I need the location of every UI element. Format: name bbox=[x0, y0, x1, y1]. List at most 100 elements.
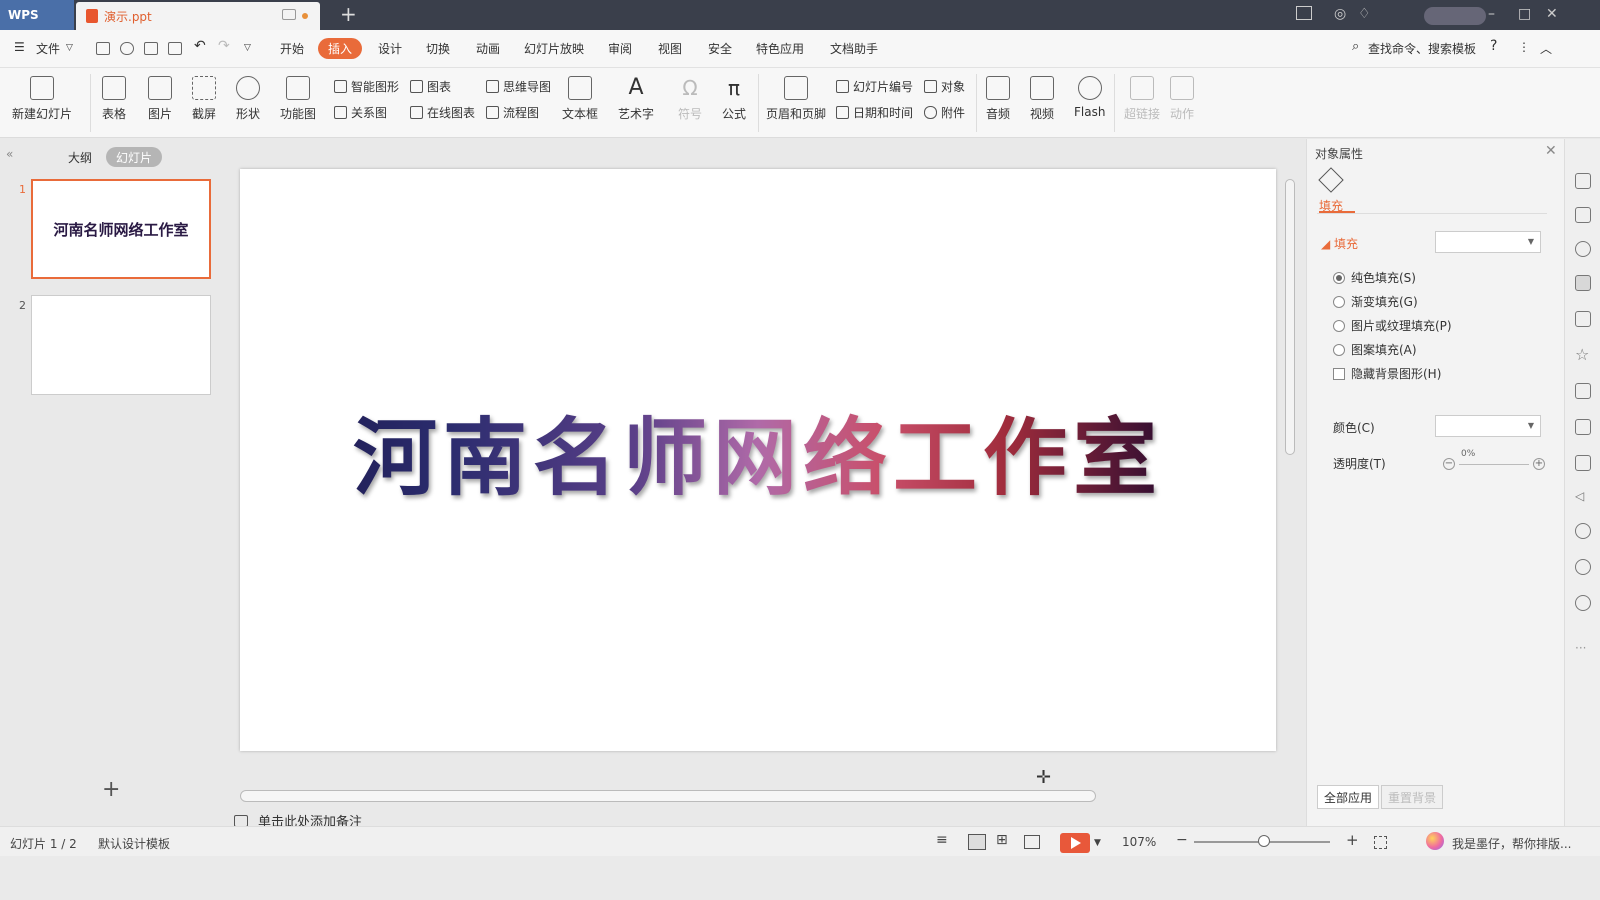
datetime-button[interactable]: 日期和时间 bbox=[836, 104, 913, 121]
history-icon[interactable] bbox=[1575, 559, 1591, 575]
flash-button[interactable]: Flash bbox=[1074, 76, 1105, 119]
user-avatar[interactable] bbox=[1424, 7, 1486, 25]
menu-design[interactable]: 设计 bbox=[378, 40, 402, 57]
document-tab[interactable]: 演示.ppt bbox=[76, 2, 320, 30]
close-icon[interactable]: ✕ bbox=[1546, 6, 1558, 22]
notes-toggle-icon[interactable]: ≡ bbox=[936, 832, 948, 848]
menu-review[interactable]: 审阅 bbox=[608, 40, 632, 57]
menu-transition[interactable]: 切换 bbox=[426, 40, 450, 57]
decrease-icon[interactable]: − bbox=[1443, 458, 1455, 470]
pane-title[interactable]: 对象属性 bbox=[1315, 145, 1363, 162]
menu-file[interactable]: 文件 bbox=[36, 40, 60, 57]
formula-button[interactable]: π 公式 bbox=[722, 76, 746, 122]
relation-chart-button[interactable]: 关系图 bbox=[334, 104, 387, 121]
menu-insert[interactable]: 插入 bbox=[318, 38, 363, 59]
audio-button[interactable]: 音频 bbox=[986, 76, 1010, 122]
maximize-icon[interactable]: □ bbox=[1518, 6, 1531, 22]
print-icon[interactable] bbox=[144, 42, 158, 55]
radio-solid-fill[interactable]: 纯色填充(S) bbox=[1333, 269, 1416, 286]
pin-icon[interactable] bbox=[1575, 173, 1591, 189]
wps-home-tab[interactable]: WPS bbox=[0, 0, 74, 30]
fill-tab[interactable]: 填充 bbox=[1318, 167, 1344, 214]
template-icon[interactable] bbox=[1575, 383, 1591, 399]
collapse-ribbon-icon[interactable]: ︿ bbox=[1540, 40, 1552, 57]
help-circle-icon[interactable] bbox=[1575, 595, 1591, 611]
symbol-button[interactable]: Ω 符号 bbox=[678, 76, 702, 122]
copy-style-icon[interactable] bbox=[1575, 207, 1591, 223]
flowchart-button[interactable]: 流程图 bbox=[486, 104, 539, 121]
menu-features[interactable]: 特色应用 bbox=[756, 40, 804, 57]
screenshot-button[interactable]: 截屏 bbox=[192, 76, 216, 122]
minimize-icon[interactable]: – bbox=[1488, 6, 1495, 22]
reading-view-icon[interactable] bbox=[1024, 835, 1040, 849]
share-icon[interactable] bbox=[1575, 419, 1591, 435]
horizontal-scroll-thumb[interactable] bbox=[240, 790, 1096, 802]
assistant-text[interactable]: 我是墨仔，帮你排版... bbox=[1452, 835, 1571, 852]
shape-button[interactable]: 形状 bbox=[236, 76, 260, 122]
chevron-down-icon[interactable]: ▽ bbox=[66, 43, 73, 53]
textbox-button[interactable]: 文本框 bbox=[562, 76, 598, 122]
hamburger-icon[interactable]: ☰ bbox=[14, 40, 25, 54]
reset-background-button[interactable]: 重置背景 bbox=[1381, 785, 1444, 809]
vertical-scrollbar[interactable] bbox=[1285, 159, 1295, 765]
menu-start[interactable]: 开始 bbox=[280, 40, 304, 57]
header-footer-button[interactable]: 页眉和页脚 bbox=[766, 76, 826, 122]
zoom-in-icon[interactable]: + bbox=[1346, 831, 1359, 849]
slide-number-button[interactable]: 幻灯片编号 bbox=[836, 78, 913, 95]
normal-view-icon[interactable] bbox=[968, 834, 986, 850]
monitor-icon[interactable] bbox=[282, 9, 296, 20]
object-button[interactable]: 对象 bbox=[924, 78, 965, 95]
template-name[interactable]: 默认设计模板 bbox=[98, 835, 170, 852]
close-pane-icon[interactable]: ✕ bbox=[1545, 143, 1557, 159]
smart-shape-button[interactable]: 智能图形 bbox=[334, 78, 399, 95]
new-tab-button[interactable]: + bbox=[340, 3, 357, 25]
slide-title[interactable]: 河南名师网络工作室 bbox=[240, 391, 1276, 512]
help-icon[interactable]: ? bbox=[1490, 38, 1497, 54]
color-dropdown[interactable]: ▼ bbox=[1435, 415, 1541, 437]
transparency-slider[interactable]: − 0% + bbox=[1441, 449, 1545, 475]
more-dots-icon[interactable]: ··· bbox=[1575, 641, 1591, 657]
layout-icon[interactable] bbox=[1296, 6, 1312, 20]
attachment-button[interactable]: 附件 bbox=[924, 104, 965, 121]
shirt-icon[interactable]: ♢ bbox=[1358, 6, 1371, 22]
slide-canvas[interactable]: 河南名师网络工作室 bbox=[240, 169, 1276, 751]
add-slide-button[interactable]: + bbox=[102, 777, 120, 802]
online-chart-button[interactable]: 在线图表 bbox=[410, 104, 475, 121]
more-icon[interactable]: ⋮ bbox=[1518, 40, 1530, 54]
horizontal-scrollbar[interactable] bbox=[240, 790, 1280, 802]
sorter-view-icon[interactable]: ⊞ bbox=[996, 832, 1008, 848]
menu-view[interactable]: 视图 bbox=[658, 40, 682, 57]
zoom-slider-knob[interactable] bbox=[1258, 835, 1270, 847]
tab-slides[interactable]: 幻灯片 bbox=[106, 147, 163, 167]
image-icon[interactable] bbox=[1575, 455, 1591, 471]
vertical-scroll-thumb[interactable] bbox=[1285, 179, 1295, 455]
menu-security[interactable]: 安全 bbox=[708, 40, 732, 57]
apply-all-button[interactable]: 全部应用 bbox=[1317, 785, 1380, 809]
customize-icon[interactable]: ▽ bbox=[244, 43, 251, 53]
radio-pattern-fill[interactable]: 图案填充(A) bbox=[1333, 341, 1417, 358]
preview-icon[interactable] bbox=[168, 42, 182, 55]
zoom-out-icon[interactable]: − bbox=[1176, 832, 1188, 848]
shapes-icon[interactable] bbox=[1575, 241, 1591, 257]
assistant-orb-icon[interactable] bbox=[1426, 832, 1444, 850]
star-icon[interactable]: ☆ bbox=[1575, 347, 1591, 363]
volume-icon[interactable]: ◁ bbox=[1575, 489, 1591, 505]
gallery-icon[interactable] bbox=[1575, 311, 1591, 327]
save-icon[interactable] bbox=[96, 42, 110, 55]
picture-button[interactable]: 图片 bbox=[148, 76, 172, 122]
output-icon[interactable] bbox=[120, 42, 134, 55]
slide-thumbnail-2[interactable] bbox=[31, 295, 211, 395]
hide-background-checkbox[interactable]: 隐藏背景图形(H) bbox=[1333, 365, 1441, 382]
function-chart-button[interactable]: 功能图 bbox=[280, 76, 316, 122]
menu-slideshow[interactable]: 幻灯片放映 bbox=[524, 40, 584, 57]
increase-icon[interactable]: + bbox=[1533, 458, 1545, 470]
menu-animation[interactable]: 动画 bbox=[476, 40, 500, 57]
zoom-level[interactable]: 107% bbox=[1122, 835, 1156, 849]
radio-gradient-fill[interactable]: 渐变填充(G) bbox=[1333, 293, 1418, 310]
fill-section-header[interactable]: ◢ 填充 bbox=[1321, 235, 1358, 252]
hyperlink-button[interactable]: 超链接 bbox=[1124, 76, 1160, 122]
properties-icon[interactable] bbox=[1575, 275, 1591, 291]
command-search[interactable]: 查找命令、搜索模板 bbox=[1368, 40, 1476, 57]
table-button[interactable]: 表格 bbox=[102, 76, 126, 122]
redo-icon[interactable]: ↷ bbox=[218, 38, 230, 54]
